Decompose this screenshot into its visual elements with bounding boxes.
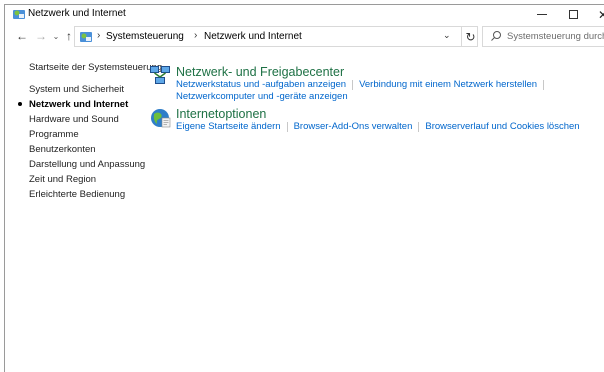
maximize-button[interactable] xyxy=(558,5,588,24)
breadcrumb-netzwerk-und-internet[interactable]: Netzwerk und Internet xyxy=(204,31,302,42)
control-panel-icon xyxy=(80,32,92,42)
minimize-icon xyxy=(537,14,547,15)
close-button[interactable]: ✕ xyxy=(588,5,604,24)
address-dropdown-button[interactable]: ⌄ xyxy=(443,30,451,41)
refresh-button[interactable]: ↻ xyxy=(461,27,479,46)
control-panel-icon xyxy=(13,10,25,19)
sidebar-item-home[interactable]: Startseite der Systemsteuerung xyxy=(29,62,162,73)
maximize-icon xyxy=(568,10,578,19)
link-manage-addons[interactable]: Browser-Add-Ons verwalten xyxy=(294,121,413,132)
sidebar-item-appearance[interactable]: Darstellung und Anpassung xyxy=(29,159,145,170)
arrow-up-icon: ↑ xyxy=(66,29,72,43)
refresh-icon: ↻ xyxy=(465,29,476,44)
forward-button[interactable]: → xyxy=(34,28,48,44)
sidebar-item-hardware-sound[interactable]: Hardware und Sound xyxy=(29,114,119,125)
sidebar-item-time-region[interactable]: Zeit und Region xyxy=(29,174,96,185)
search-box[interactable] xyxy=(482,26,604,47)
link-network-computers[interactable]: Netzwerkcomputer und -geräte anzeigen xyxy=(176,91,348,102)
search-input[interactable] xyxy=(507,29,604,44)
sidebar-item-user-accounts[interactable]: Benutzerkonten xyxy=(29,144,96,155)
recent-locations-button[interactable]: ⌄ xyxy=(49,28,63,44)
active-bullet-icon xyxy=(18,102,22,106)
address-bar[interactable]: › Systemsteuerung › Netzwerk und Interne… xyxy=(74,26,478,47)
link-network-status[interactable]: Netzwerkstatus und -aufgaben anzeigen xyxy=(176,79,346,90)
search-icon xyxy=(491,31,501,41)
chevron-down-icon: ⌄ xyxy=(52,31,60,41)
close-icon: ✕ xyxy=(598,8,604,22)
arrow-right-icon: → xyxy=(35,29,47,43)
breadcrumb-systemsteuerung[interactable]: Systemsteuerung xyxy=(106,31,184,42)
link-delete-history[interactable]: Browserverlauf und Cookies löschen xyxy=(425,121,579,132)
link-row: Netzwerkstatus und -aufgaben anzeigen Ve… xyxy=(176,79,550,90)
window-title: Netzwerk und Internet xyxy=(28,8,126,19)
arrow-left-icon: ← xyxy=(16,29,28,43)
minimize-button[interactable] xyxy=(527,5,557,24)
back-button[interactable]: ← xyxy=(15,28,29,44)
sidebar-item-programs[interactable]: Programme xyxy=(29,129,79,140)
breadcrumb-separator-icon: › xyxy=(194,30,198,41)
category-title-network-center[interactable]: Netzwerk- und Freigabecenter xyxy=(176,65,344,79)
category-title-internet-options[interactable]: Internetoptionen xyxy=(176,107,266,121)
chevron-down-icon: ⌄ xyxy=(443,30,451,40)
internet-options-icon[interactable] xyxy=(149,107,171,129)
sidebar-item-accessibility[interactable]: Erleichterte Bedienung xyxy=(29,189,125,200)
sidebar-item-network-internet[interactable]: Netzwerk und Internet xyxy=(29,99,128,110)
breadcrumb-separator-icon: › xyxy=(97,30,101,41)
link-row: Eigene Startseite ändern Browser-Add-Ons… xyxy=(176,121,580,132)
link-row: Netzwerkcomputer und -geräte anzeigen xyxy=(176,91,348,102)
network-center-icon[interactable] xyxy=(149,64,171,86)
link-change-homepage[interactable]: Eigene Startseite ändern xyxy=(176,121,281,132)
link-separator xyxy=(543,79,545,90)
link-separator xyxy=(418,121,420,132)
sidebar-item-system-security[interactable]: System und Sicherheit xyxy=(29,84,124,95)
link-separator xyxy=(286,121,288,132)
navigation-bar: ← → ⌄ ↑ › Systemsteuerung › Netzwerk und… xyxy=(5,24,604,48)
control-panel-window: Netzwerk und Internet ✕ ← → ⌄ ↑ › System… xyxy=(4,4,604,372)
title-bar: Netzwerk und Internet ✕ xyxy=(5,5,604,24)
link-connect-network[interactable]: Verbindung mit einem Netzwerk herstellen xyxy=(359,79,537,90)
link-separator xyxy=(352,79,354,90)
